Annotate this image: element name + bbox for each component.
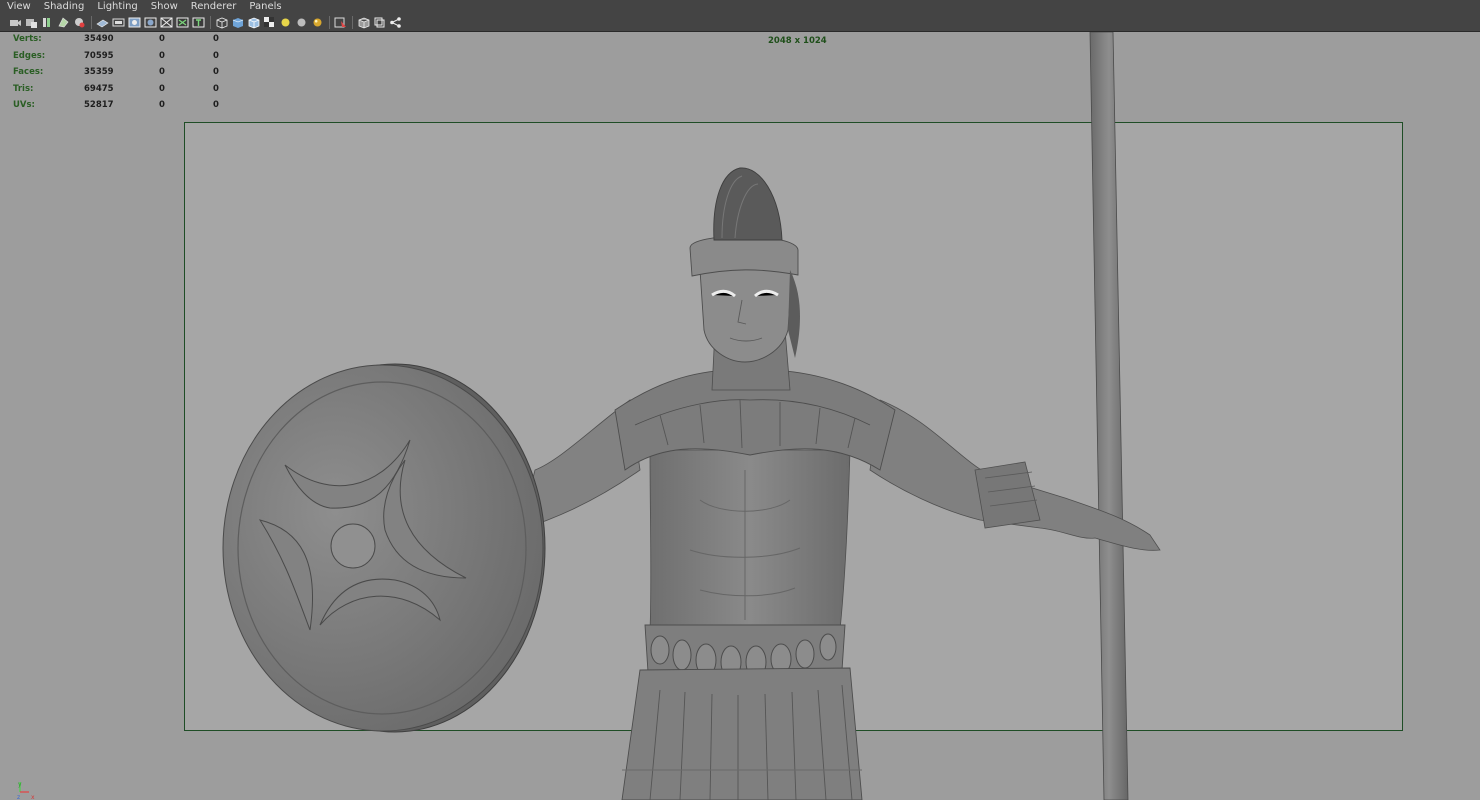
high-quality-icon[interactable]: [311, 16, 324, 29]
hud-value: 70595: [84, 50, 114, 61]
hud-label: Faces:: [13, 67, 44, 78]
axis-x-label: x: [31, 794, 35, 800]
image-plane-icon[interactable]: [57, 16, 70, 29]
bookmark-icon[interactable]: [41, 16, 54, 29]
menu-shading[interactable]: Shading: [37, 0, 91, 14]
hud-value: 0: [159, 83, 165, 94]
toolbar-separator: [91, 16, 92, 29]
wireframe-on-shaded-icon[interactable]: [247, 16, 260, 29]
hud-value: 0: [213, 34, 219, 45]
torso-mesh[interactable]: [649, 449, 851, 631]
backface-icon[interactable]: [373, 16, 386, 29]
skirt-mesh[interactable]: [621, 667, 863, 800]
hud-value: 0: [213, 50, 219, 61]
menu-show[interactable]: Show: [144, 0, 184, 14]
camera-attributes-icon[interactable]: [25, 16, 38, 29]
hud-value: 0: [159, 67, 165, 78]
panel-toolbar: [0, 14, 1480, 32]
share-icon[interactable]: [389, 16, 402, 29]
spear-mesh[interactable]: [1089, 31, 1129, 800]
view-axis-indicator: y z x: [17, 781, 35, 800]
resolution-readout: 2048 x 1024: [768, 36, 827, 46]
panel-menu-bar: View Shading Lighting Show Renderer Pane…: [0, 0, 1480, 14]
hud-value: 0: [159, 100, 165, 111]
hud-row-uvs: UVs: 52817 0 0: [13, 97, 233, 114]
textured-icon[interactable]: [263, 16, 276, 29]
isolate-icon[interactable]: [73, 16, 86, 29]
xray-icon[interactable]: [334, 16, 347, 29]
default-light-icon[interactable]: [279, 16, 292, 29]
hud-value: 35359: [84, 67, 114, 78]
smooth-shade-icon[interactable]: [231, 16, 244, 29]
field-chart-icon[interactable]: [160, 16, 173, 29]
film-gate-icon[interactable]: [112, 16, 125, 29]
menu-view[interactable]: View: [0, 0, 37, 14]
toolbar-separator: [329, 16, 330, 29]
axis-z-label: z: [17, 794, 20, 800]
menu-renderer[interactable]: Renderer: [184, 0, 243, 14]
hud-value: 35490: [84, 34, 114, 45]
hud-value: 0: [159, 50, 165, 61]
hud-row-faces: Faces: 35359 0 0: [13, 64, 233, 81]
menu-lighting[interactable]: Lighting: [90, 0, 143, 14]
hud-value: 0: [213, 67, 219, 78]
hud-label: UVs:: [13, 100, 35, 111]
viewport-scene[interactable]: [0, 0, 1480, 800]
hud-value: 0: [213, 100, 219, 111]
menu-panels[interactable]: Panels: [242, 0, 287, 14]
hud-value: 69475: [84, 83, 114, 94]
xray-joints-icon[interactable]: [357, 16, 370, 29]
wireframe-icon[interactable]: [215, 16, 228, 29]
hud-label: Tris:: [13, 83, 34, 94]
resolution-gate-icon[interactable]: [128, 16, 141, 29]
shadows-icon[interactable]: [295, 16, 308, 29]
hud-row-edges: Edges: 70595 0 0: [13, 48, 233, 65]
safe-action-icon[interactable]: [176, 16, 189, 29]
hud-label: Verts:: [13, 34, 42, 45]
axis-y-label: y: [18, 781, 22, 788]
hud-value: 0: [213, 83, 219, 94]
toolbar-separator: [352, 16, 353, 29]
camera-select-icon[interactable]: [9, 16, 22, 29]
hud-row-verts: Verts: 35490 0 0: [13, 31, 233, 48]
safe-title-icon[interactable]: [192, 16, 205, 29]
gate-mask-icon[interactable]: [144, 16, 157, 29]
hud-row-tris: Tris: 69475 0 0: [13, 81, 233, 98]
toolbar-separator: [210, 16, 211, 29]
hud-value: 0: [159, 34, 165, 45]
hud-label: Edges:: [13, 50, 46, 61]
shield-mesh[interactable]: [222, 363, 546, 733]
poly-count-hud: Verts: 35490 0 0 Edges: 70595 0 0 Faces:…: [13, 31, 233, 114]
hud-value: 52817: [84, 100, 114, 111]
grid-icon[interactable]: [96, 16, 109, 29]
